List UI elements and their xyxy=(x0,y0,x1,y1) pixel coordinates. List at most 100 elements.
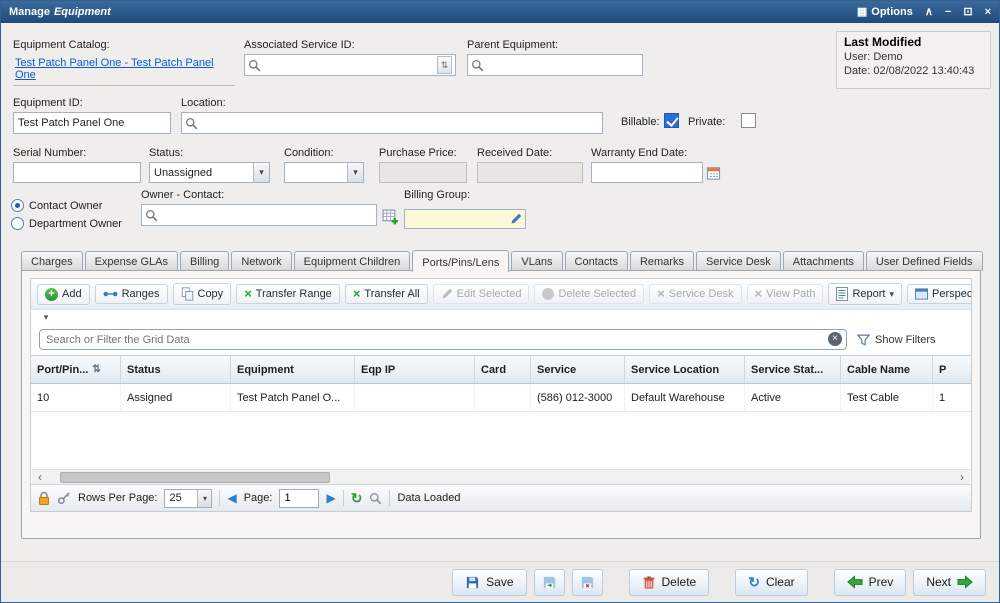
add-button[interactable]: + Add xyxy=(37,284,90,305)
cell-equipment[interactable]: Test Patch Panel O... xyxy=(231,384,355,411)
tab-service-desk[interactable]: Service Desk xyxy=(696,251,781,271)
serial-number-input[interactable] xyxy=(13,162,141,183)
key-icon[interactable] xyxy=(57,491,71,505)
cell-cable-name[interactable]: Test Cable xyxy=(841,384,933,411)
next-page-button[interactable]: ▶ xyxy=(326,491,335,505)
toolbar-overflow-button[interactable]: ▾ xyxy=(37,311,55,324)
cell-card[interactable] xyxy=(475,384,531,411)
scrollbar-thumb[interactable] xyxy=(60,472,330,483)
clear-search-icon[interactable]: × xyxy=(828,332,842,346)
tab-expense-glas[interactable]: Expense GLAs xyxy=(85,251,178,271)
show-filters-button[interactable]: Show Filters xyxy=(857,334,936,346)
equipment-id-input[interactable] xyxy=(13,112,171,134)
tab-vlans[interactable]: VLans xyxy=(511,251,562,271)
tab-attachments[interactable]: Attachments xyxy=(783,251,864,271)
tab-network[interactable]: Network xyxy=(231,251,291,271)
pencil-icon[interactable] xyxy=(510,213,522,225)
warranty-end-date-label: Warranty End Date: xyxy=(591,147,723,159)
collapse-window-button[interactable]: ∧ xyxy=(925,7,933,18)
delete-button[interactable]: Delete xyxy=(629,569,710,596)
condition-select[interactable]: ▾ xyxy=(284,162,364,183)
tab-billing[interactable]: Billing xyxy=(180,251,229,271)
horizontal-scrollbar[interactable]: ‹ › xyxy=(32,469,970,484)
contact-owner-option[interactable]: Contact Owner xyxy=(11,199,122,212)
tab-contacts[interactable]: Contacts xyxy=(565,251,628,271)
add-contact-icon[interactable] xyxy=(382,208,399,225)
cell-service[interactable]: (586) 012-3000 xyxy=(531,384,625,411)
column-header-eqp-ip[interactable]: Eqp IP xyxy=(355,356,475,383)
refresh-icon[interactable]: ↻ xyxy=(351,490,363,507)
search-icon[interactable] xyxy=(369,492,382,505)
scrollbar-track[interactable] xyxy=(48,471,954,484)
cell-service-location[interactable]: Default Warehouse xyxy=(625,384,745,411)
column-header-p[interactable]: P xyxy=(933,356,972,383)
column-header-equipment[interactable]: Equipment xyxy=(231,356,355,383)
options-menu[interactable]: ▦ Options xyxy=(857,6,913,18)
transfer-all-button[interactable]: × Transfer All xyxy=(345,284,428,304)
parent-equipment-input[interactable] xyxy=(487,59,639,71)
report-button[interactable]: Report ▾ xyxy=(828,283,902,305)
location-input[interactable] xyxy=(201,117,599,129)
received-date-label: Received Date: xyxy=(477,147,583,159)
save-alt-button-2[interactable] xyxy=(572,569,603,596)
ports-pins-lens-panel: + Add Ranges Copy × Transfer Range × xyxy=(21,270,981,539)
copy-button[interactable]: Copy xyxy=(173,283,232,305)
contact-owner-label: Contact Owner xyxy=(29,200,102,212)
owner-contact-input[interactable] xyxy=(161,209,373,221)
column-header-service-location[interactable]: Service Location xyxy=(625,356,745,383)
perspectives-button[interactable]: Perspectives xyxy=(907,284,972,304)
column-header-service[interactable]: Service xyxy=(531,356,625,383)
cell-status[interactable]: Assigned xyxy=(121,384,231,411)
contact-owner-radio[interactable] xyxy=(11,199,24,212)
save-alt-button-1[interactable] xyxy=(534,569,565,596)
scroll-left-arrow[interactable]: ‹ xyxy=(32,471,48,484)
associated-service-id-input[interactable] xyxy=(264,59,434,71)
last-modified-panel: Last Modified User: Demo Date: 02/08/202… xyxy=(836,31,991,89)
tab-ports-pins-lens[interactable]: Ports/Pins/Lens xyxy=(412,250,509,272)
popout-button[interactable]: ⊡ xyxy=(963,7,972,18)
page-input[interactable] xyxy=(279,489,319,508)
billable-checkbox[interactable] xyxy=(664,113,679,128)
scroll-right-arrow[interactable]: › xyxy=(954,471,970,484)
rows-per-page-select[interactable]: 25 ▾ xyxy=(164,489,212,508)
department-owner-option[interactable]: Department Owner xyxy=(11,217,122,230)
lock-icon[interactable] xyxy=(38,491,50,506)
column-header-status[interactable]: Status xyxy=(121,356,231,383)
cell-port-pin[interactable]: 10 xyxy=(31,384,121,411)
prev-button[interactable]: Prev xyxy=(834,569,907,596)
cell-eqp-ip[interactable] xyxy=(355,384,475,411)
column-header-port-pin[interactable]: Port/Pin...⇅ xyxy=(31,356,121,383)
tab-equipment-children[interactable]: Equipment Children xyxy=(294,251,411,271)
next-button[interactable]: Next xyxy=(913,569,986,596)
column-header-service-status[interactable]: Service Stat... xyxy=(745,356,841,383)
spinner-icon[interactable]: ⇅ xyxy=(437,56,452,74)
tab-user-defined-fields[interactable]: User Defined Fields xyxy=(866,251,983,271)
tab-charges[interactable]: Charges xyxy=(21,251,83,271)
save-button[interactable]: Save xyxy=(452,569,526,596)
grid-search-input[interactable] xyxy=(39,329,847,350)
equipment-catalog-link[interactable]: Test Patch Panel One - Test Patch Panel … xyxy=(15,57,214,81)
previous-page-button[interactable]: ◀ xyxy=(227,491,236,505)
clear-button[interactable]: ↻ Clear xyxy=(735,569,807,596)
billing-group-input[interactable] xyxy=(408,213,507,225)
cell-service-status[interactable]: Active xyxy=(745,384,841,411)
rows-per-page-value: 25 xyxy=(165,492,197,504)
department-owner-radio[interactable] xyxy=(11,217,24,230)
column-header-card[interactable]: Card xyxy=(475,356,531,383)
table-row[interactable]: 10 Assigned Test Patch Panel O... (586) … xyxy=(31,384,971,412)
calendar-icon[interactable] xyxy=(706,166,721,180)
tab-remarks[interactable]: Remarks xyxy=(630,251,694,271)
tab-strip: Charges Expense GLAs Billing Network Equ… xyxy=(21,248,979,271)
column-header-cable-name[interactable]: Cable Name xyxy=(841,356,933,383)
close-button[interactable]: × xyxy=(985,7,991,18)
ranges-button[interactable]: Ranges xyxy=(95,284,168,304)
minimize-button[interactable]: − xyxy=(945,7,951,18)
warranty-end-date-input[interactable] xyxy=(591,162,703,183)
status-select[interactable]: Unassigned ▾ xyxy=(149,162,270,183)
transfer-range-button[interactable]: × Transfer Range xyxy=(236,284,340,304)
cell-p[interactable]: 1 xyxy=(933,384,972,411)
received-date-input xyxy=(477,162,583,183)
sort-icon[interactable]: ⇅ xyxy=(92,364,100,375)
warranty-end-date-field: Warranty End Date: xyxy=(591,147,723,183)
private-checkbox[interactable] xyxy=(741,113,756,128)
